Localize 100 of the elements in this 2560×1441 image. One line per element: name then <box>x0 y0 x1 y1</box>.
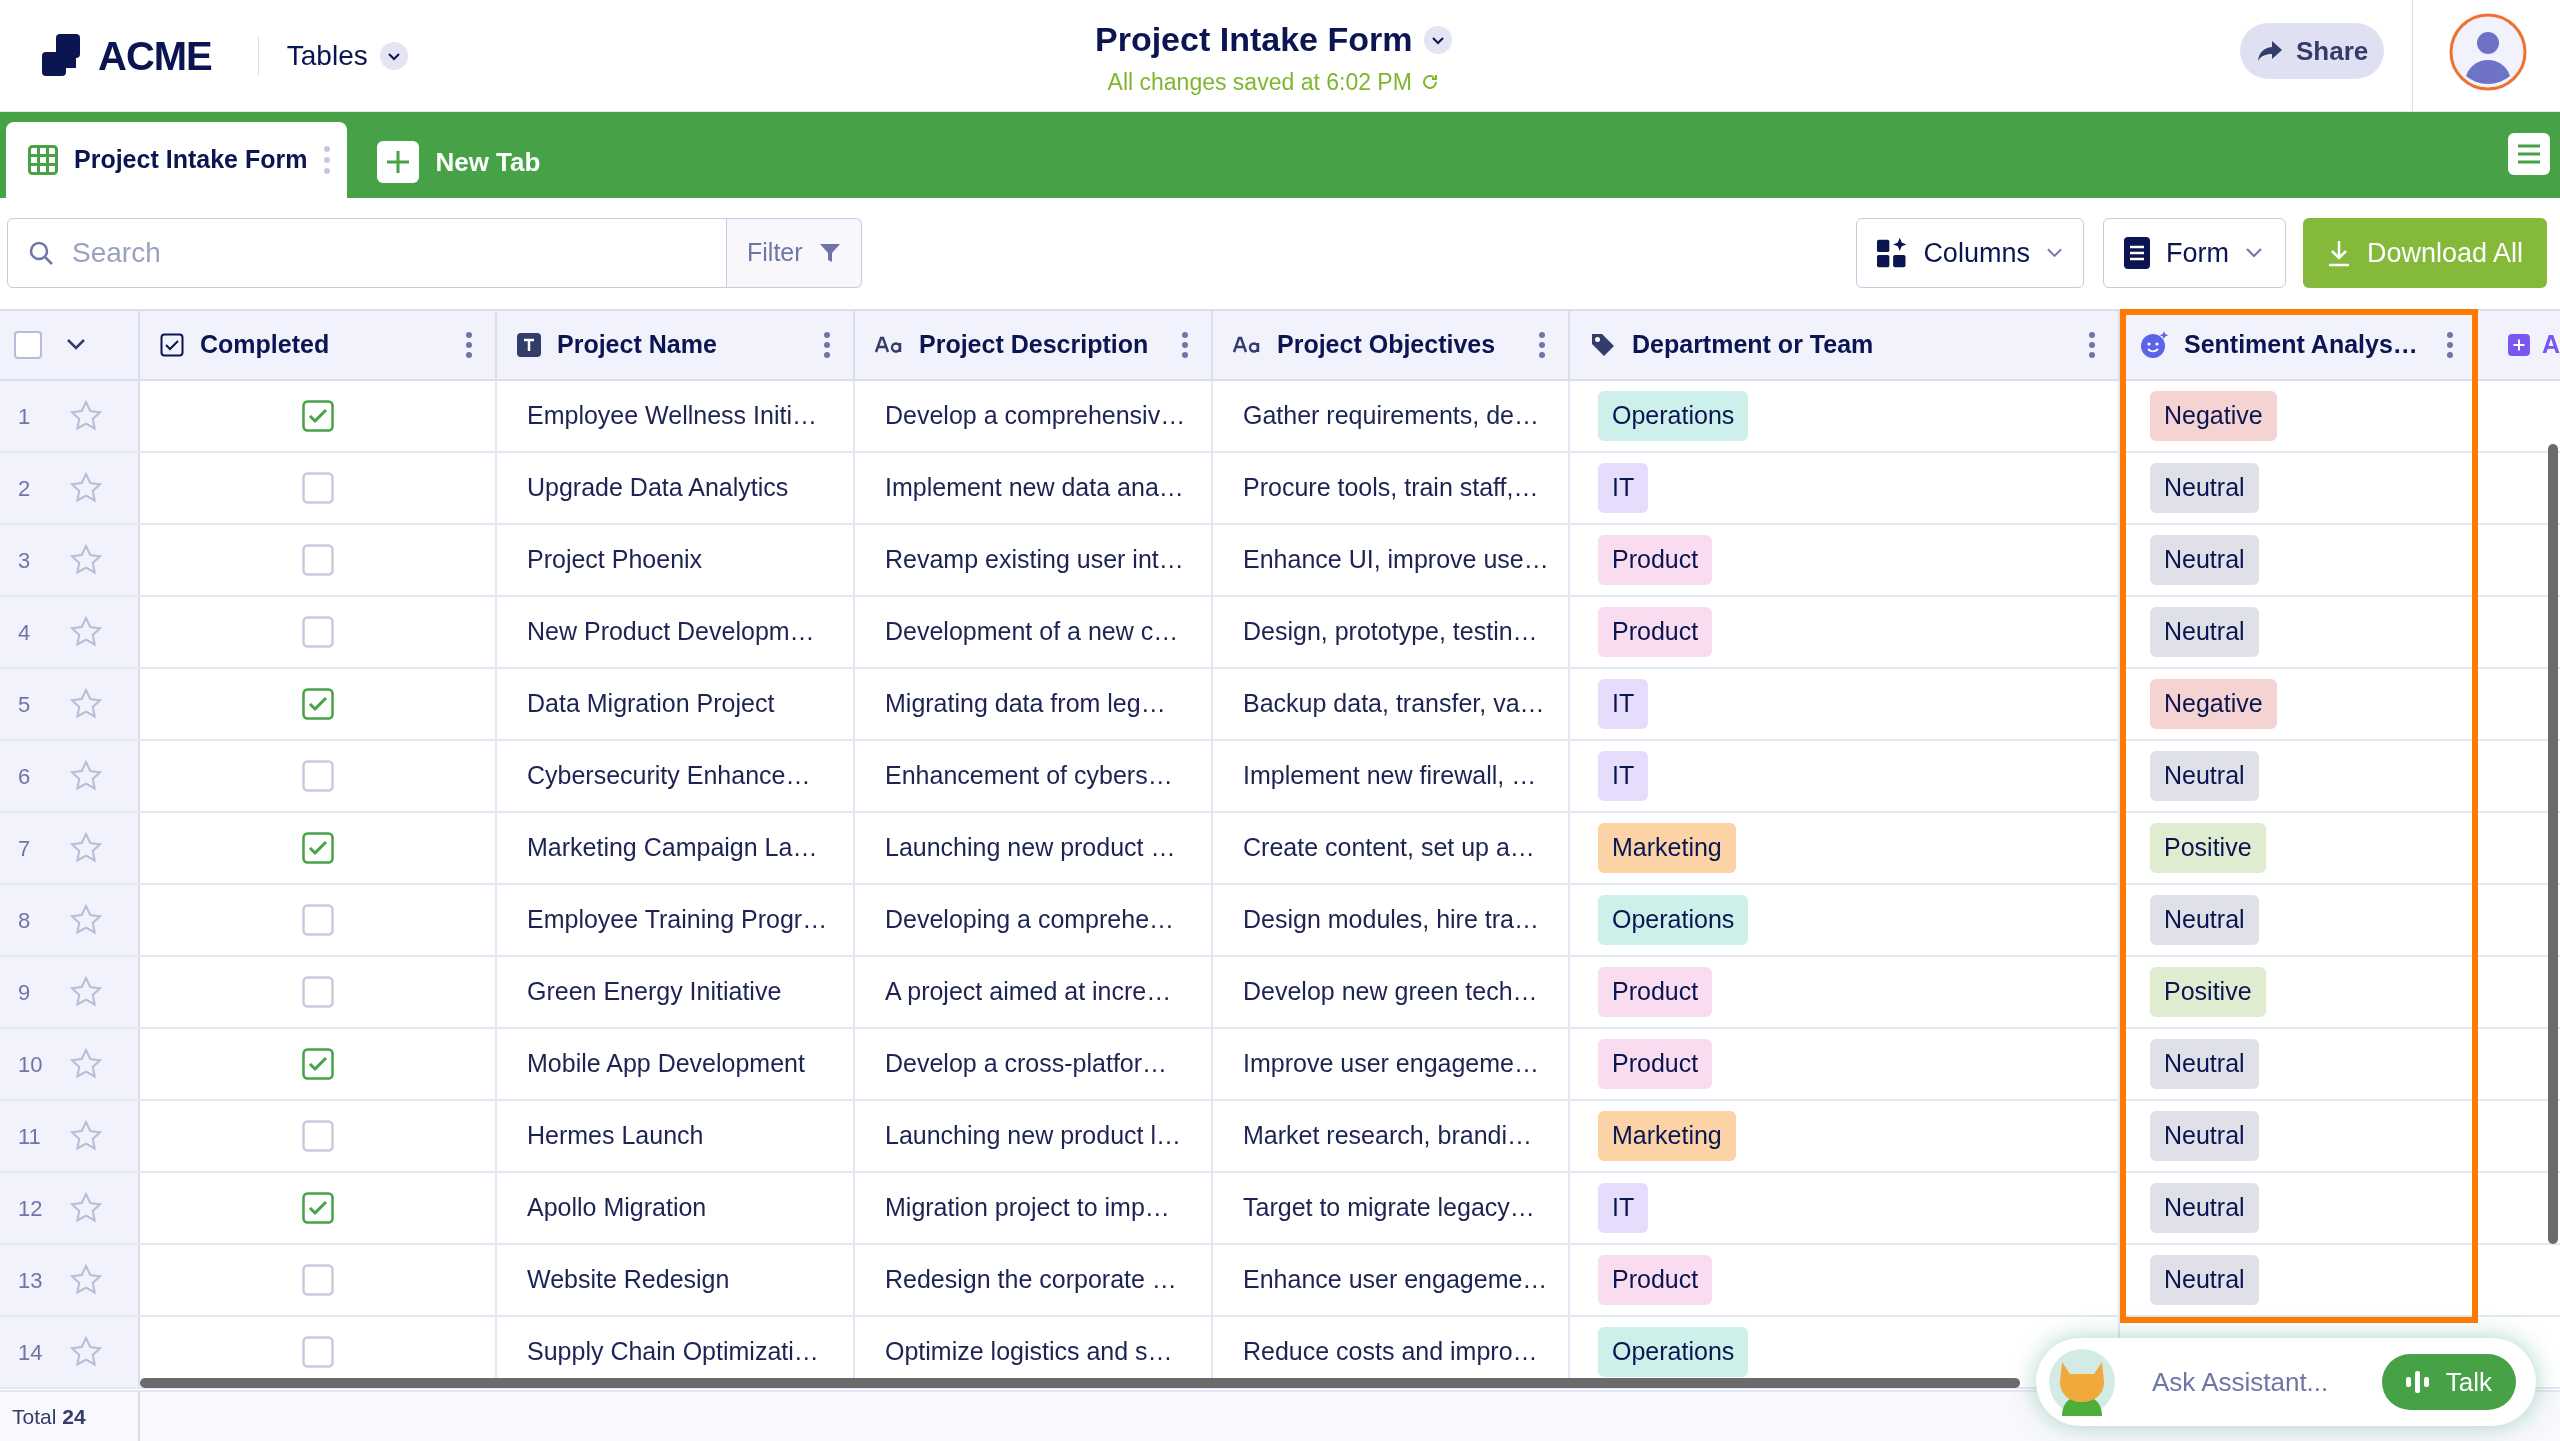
column-header[interactable]: Sentiment Analys… <box>2120 311 2478 379</box>
row-number: 2 <box>18 474 32 503</box>
sentiment-tag: Neutral <box>2150 535 2259 585</box>
table-cell-text: Data Migration Project <box>527 688 775 720</box>
filter-button[interactable]: Filter <box>727 218 862 288</box>
table-cell-text: Enhance user engageme… <box>1243 1264 1548 1296</box>
column-header[interactable]: Department or Team <box>1570 311 2120 379</box>
star-icon[interactable] <box>70 1336 102 1368</box>
select-all-checkbox[interactable] <box>14 331 42 359</box>
column-header[interactable]: Project Objectives <box>1213 311 1570 379</box>
star-icon[interactable] <box>70 472 102 504</box>
checkbox[interactable] <box>301 544 334 576</box>
more-icon[interactable] <box>823 331 831 359</box>
star-icon[interactable] <box>70 544 102 576</box>
table-cell-text: Upgrade Data Analytics <box>527 472 789 504</box>
ask-assistant-field[interactable]: Ask Assistant... <box>2152 1362 2362 1402</box>
menu-icon[interactable] <box>2508 133 2550 175</box>
total-count: 24 <box>62 1403 86 1430</box>
sentiment-tag: Neutral <box>2150 751 2259 801</box>
department-tag: Marketing <box>1598 1111 1736 1161</box>
department-tag: IT <box>1598 679 1649 729</box>
share-button[interactable]: Share <box>2240 23 2385 79</box>
checkbox[interactable] <box>301 904 334 936</box>
department-tag: Operations <box>1598 1327 1749 1377</box>
table-cell-text: Employee Training Progr… <box>527 904 828 936</box>
horizontal-scrollbar[interactable] <box>140 1378 2020 1388</box>
row-number: 9 <box>18 978 32 1007</box>
star-icon[interactable] <box>70 1264 102 1296</box>
star-icon[interactable] <box>70 760 102 792</box>
table-cell-text: New Product Developm… <box>527 616 815 648</box>
department-tag: IT <box>1598 751 1649 801</box>
share-arrow-icon <box>2256 39 2284 63</box>
more-icon[interactable] <box>465 331 473 359</box>
checkbox[interactable] <box>301 1336 334 1368</box>
chevron-down-icon[interactable] <box>66 338 86 352</box>
department-tag: Product <box>1598 967 1713 1017</box>
font-icon <box>875 336 903 354</box>
table-cell-text: Project Phoenix <box>527 544 703 576</box>
checkbox[interactable] <box>301 976 334 1008</box>
tables-menu[interactable]: Tables <box>286 34 408 77</box>
tab[interactable]: Project Intake Form <box>6 122 348 198</box>
chevron-down-icon <box>379 41 408 70</box>
more-icon[interactable] <box>1538 331 1546 359</box>
columns-button[interactable]: Columns <box>1856 218 2084 288</box>
department-tag: Marketing <box>1598 823 1736 873</box>
star-icon[interactable] <box>70 1120 102 1152</box>
star-icon[interactable] <box>70 976 102 1008</box>
table-cell-text: Employee Wellness Initi… <box>527 400 817 432</box>
font-icon <box>1233 336 1261 354</box>
star-icon[interactable] <box>70 1048 102 1080</box>
checkbox[interactable] <box>301 1192 334 1224</box>
more-icon[interactable] <box>2446 331 2454 359</box>
grid-icon <box>28 145 58 175</box>
search-icon <box>27 239 55 267</box>
row-number: 7 <box>18 834 32 863</box>
star-icon[interactable] <box>70 616 102 648</box>
vertical-scrollbar[interactable] <box>2548 444 2558 1244</box>
column-header[interactable]: Project Description <box>855 311 1213 379</box>
checkbox[interactable] <box>301 760 334 792</box>
star-icon[interactable] <box>70 1192 102 1224</box>
search-field[interactable]: Search <box>7 218 727 288</box>
form-button[interactable]: Form <box>2103 218 2286 288</box>
table-cell-text: Launching new product l… <box>885 1120 1182 1152</box>
checkbox[interactable] <box>301 400 334 432</box>
plus-icon[interactable] <box>2508 331 2530 359</box>
column-header[interactable]: Project Name <box>497 311 855 379</box>
row-number: 8 <box>18 906 32 935</box>
row-number: 14 <box>18 1338 40 1367</box>
add-column-label[interactable]: A <box>2541 326 2560 364</box>
sentiment-tag: Neutral <box>2150 463 2259 513</box>
table-cell-text: Procure tools, train staff,… <box>1243 472 1539 504</box>
text-icon <box>517 333 541 357</box>
chevron-down-icon[interactable] <box>1424 25 1453 54</box>
checkbox[interactable] <box>301 832 334 864</box>
star-icon[interactable] <box>70 904 102 936</box>
checkbox[interactable] <box>301 1120 334 1152</box>
checkbox[interactable] <box>301 616 334 648</box>
sentiment-tag: Positive <box>2150 823 2266 873</box>
more-icon[interactable] <box>1181 331 1189 359</box>
table-cell-text: Design, prototype, testin… <box>1243 616 1538 648</box>
checkbox[interactable] <box>301 1264 334 1296</box>
table-cell-text: Improve user engageme… <box>1243 1048 1539 1080</box>
star-icon[interactable] <box>70 688 102 720</box>
row-number: 10 <box>18 1050 40 1079</box>
more-icon[interactable] <box>2088 331 2096 359</box>
chevron-down-icon <box>2045 247 2063 259</box>
checkbox[interactable] <box>301 472 334 504</box>
checkbox[interactable] <box>301 1048 334 1080</box>
table-cell-text: Development of a new c… <box>885 616 1179 648</box>
sentiment-tag: Neutral <box>2150 1183 2259 1233</box>
more-icon[interactable] <box>323 145 332 175</box>
user-avatar[interactable] <box>2448 12 2528 92</box>
checkbox[interactable] <box>301 688 334 720</box>
form-title: Project Intake Form <box>1095 19 1413 60</box>
column-header[interactable]: Completed <box>140 311 497 379</box>
row-number: 5 <box>18 690 32 719</box>
star-icon[interactable] <box>70 400 102 432</box>
table-cell-text: Mobile App Development <box>527 1048 805 1080</box>
checkbox-icon <box>160 333 184 357</box>
star-icon[interactable] <box>70 832 102 864</box>
